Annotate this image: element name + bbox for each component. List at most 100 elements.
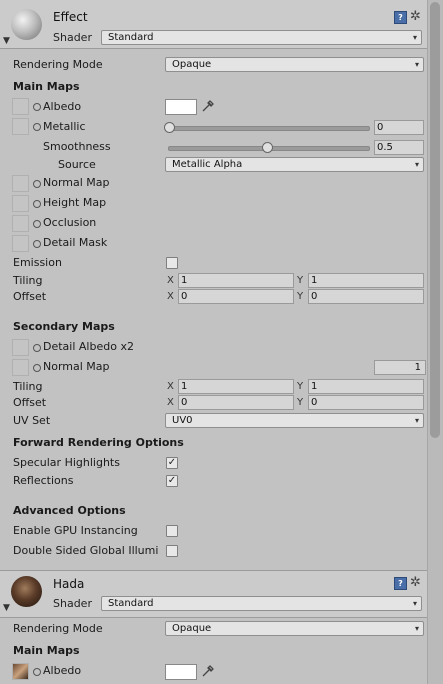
secondary-normal-map-texture-slot[interactable] [12,359,29,376]
specular-highlights-checkbox[interactable]: ✓ [166,457,178,469]
albedo-color-swatch[interactable] [165,99,197,115]
chevron-down-icon: ▾ [412,599,417,608]
normal-map-texture-slot[interactable] [12,175,29,192]
shader-dropdown[interactable]: Standard ▾ [101,596,422,611]
secondary-normal-map-label: Normal Map [43,360,110,373]
detail-mask-label: Detail Mask [43,236,108,249]
height-map-texture-slot[interactable] [12,195,29,212]
secondary-offset-x-label: X [167,397,174,408]
material-name: Effect [53,10,88,24]
gear-icon[interactable]: ✲ [410,10,421,23]
chevron-down-icon: ▾ [412,33,417,42]
material-header-hada: ▼ Hada Shader Standard ▾ ? ✲ [0,570,428,618]
albedo-label: Albedo [43,100,82,113]
source-dropdown[interactable]: Metallic Alpha ▾ [165,157,424,172]
texture-picker-icon[interactable] [33,220,41,228]
secondary-offset-y-field[interactable]: 0 [308,395,424,410]
scrollbar-thumb[interactable] [430,2,440,438]
secondary-tiling-x-field[interactable]: 1 [178,379,294,394]
chevron-down-icon: ▾ [414,60,419,69]
normal-map-label: Normal Map [43,176,110,189]
occlusion-texture-slot[interactable] [12,215,29,232]
detail-albedo-texture-slot[interactable] [12,339,29,356]
secondary-offset-y-label: Y [297,397,304,408]
smoothness-label: Smoothness [43,140,111,153]
secondary-tiling-y-label: Y [297,381,304,392]
offset-y-field[interactable]: 0 [308,289,424,304]
advanced-options-heading: Advanced Options [13,504,126,517]
chevron-down-icon: ▾ [414,624,419,633]
gpu-instancing-label: Enable GPU Instancing [13,524,138,537]
offset-x-label: X [167,291,174,302]
help-icon[interactable]: ? [394,11,407,24]
rendering-mode-dropdown[interactable]: Opaque ▾ [165,57,424,72]
albedo-texture-slot[interactable] [12,663,29,680]
tiling-y-field[interactable]: 1 [308,273,424,288]
offset-label: Offset [13,290,47,303]
albedo-label: Albedo [43,664,82,677]
shader-value: Standard [108,32,154,43]
rendering-mode-label: Rendering Mode [13,622,103,635]
detail-mask-texture-slot[interactable] [12,235,29,252]
metallic-value-field[interactable]: 0 [374,120,424,135]
emission-checkbox[interactable] [166,257,178,269]
secondary-offset-x-field[interactable]: 0 [178,395,294,410]
secondary-tiling-y-field[interactable]: 1 [308,379,424,394]
rendering-mode-value: Opaque [172,59,212,70]
help-icon[interactable]: ? [394,577,407,590]
reflections-label: Reflections [13,474,74,487]
occlusion-label: Occlusion [43,216,97,229]
eyedropper-icon[interactable] [201,664,215,678]
texture-picker-icon[interactable] [33,200,41,208]
foldout-arrow-icon[interactable]: ▼ [3,603,10,613]
offset-y-label: Y [297,291,304,302]
metallic-slider-handle[interactable] [164,122,175,133]
double-sided-gi-label: Double Sided Global Illumi [13,544,159,557]
tiling-x-label: X [167,275,174,286]
smoothness-value-field[interactable]: 0.5 [374,140,424,155]
material-header-effect: ▼ Effect Shader Standard ▾ ? ✲ [0,0,428,49]
double-sided-gi-checkbox[interactable] [166,545,178,557]
texture-picker-icon[interactable] [33,103,41,111]
gpu-instancing-checkbox[interactable] [166,525,178,537]
secondary-maps-heading: Secondary Maps [13,320,115,333]
material-preview-sphere [11,9,42,40]
metallic-texture-slot[interactable] [12,118,29,135]
metallic-label: Metallic [43,120,86,133]
foldout-arrow-icon[interactable]: ▼ [3,36,10,46]
gear-icon[interactable]: ✲ [410,576,421,589]
tiling-x-field[interactable]: 1 [178,273,294,288]
texture-picker-icon[interactable] [33,364,41,372]
offset-x-field[interactable]: 0 [178,289,294,304]
texture-picker-icon[interactable] [33,240,41,248]
eyedropper-icon[interactable] [201,99,215,113]
rendering-mode-value: Opaque [172,623,212,634]
secondary-offset-label: Offset [13,396,47,409]
albedo-color-swatch[interactable] [165,664,197,680]
texture-picker-icon[interactable] [33,668,41,676]
shader-label: Shader [53,597,92,610]
rendering-mode-dropdown[interactable]: Opaque ▾ [165,621,424,636]
source-label: Source [58,158,96,171]
texture-picker-icon[interactable] [33,123,41,131]
uv-set-value: UV0 [172,415,193,426]
albedo-texture-slot[interactable] [12,98,29,115]
rendering-mode-label: Rendering Mode [13,58,103,71]
uv-set-dropdown[interactable]: UV0 ▾ [165,413,424,428]
vertical-scrollbar[interactable] [427,0,443,684]
shader-dropdown[interactable]: Standard ▾ [101,30,422,45]
texture-picker-icon[interactable] [33,180,41,188]
forward-rendering-heading: Forward Rendering Options [13,436,184,449]
texture-picker-icon[interactable] [33,344,41,352]
smoothness-slider-handle[interactable] [262,142,273,153]
main-maps-heading: Main Maps [13,80,80,93]
main-maps-heading: Main Maps [13,644,80,657]
chevron-down-icon: ▾ [414,160,419,169]
chevron-down-icon: ▾ [414,416,419,425]
metallic-slider-track[interactable] [168,126,370,131]
reflections-checkbox[interactable]: ✓ [166,475,178,487]
specular-highlights-label: Specular Highlights [13,456,120,469]
detail-albedo-label: Detail Albedo x2 [43,340,134,353]
secondary-normal-scale-field[interactable]: 1 [374,360,426,375]
material-preview-sphere [11,576,42,607]
